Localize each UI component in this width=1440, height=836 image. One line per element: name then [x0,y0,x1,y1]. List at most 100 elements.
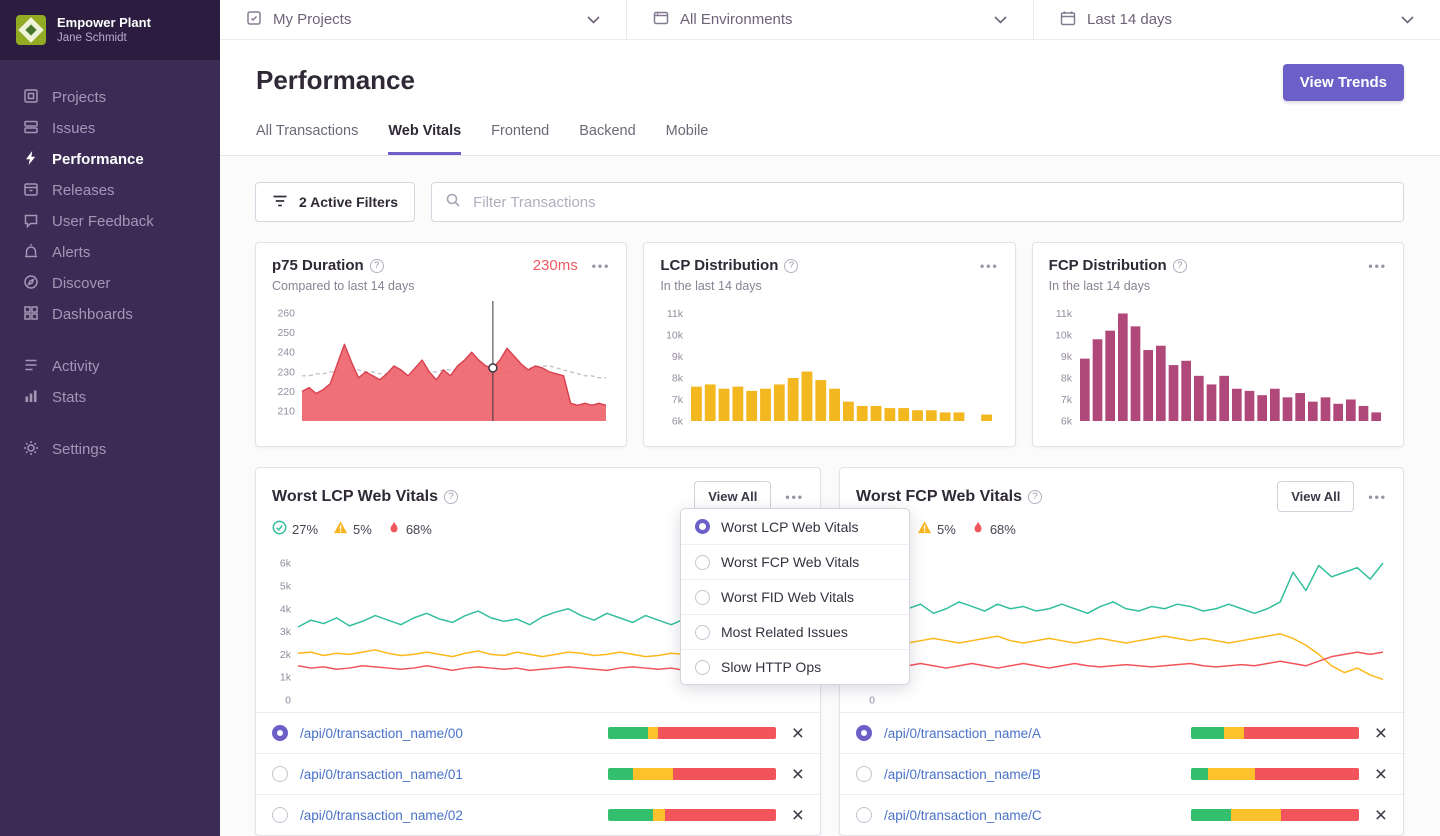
sidebar-item-performance[interactable]: Performance [0,144,220,175]
transaction-radio[interactable] [272,725,288,741]
tab-mobile[interactable]: Mobile [666,123,709,155]
tab-web-vitals[interactable]: Web Vitals [388,123,461,155]
vitals-stacked-bar [1191,727,1359,739]
option-radio[interactable] [695,625,710,640]
daterange-selector[interactable]: Last 14 days [1034,0,1440,39]
sidebar-item-discover[interactable]: Discover [0,268,220,299]
card-subtitle: In the last 14 days [660,279,998,293]
help-icon[interactable]: ? [1028,490,1042,504]
tab-all-transactions[interactable]: All Transactions [256,123,358,155]
sidebar-item-user-feedback[interactable]: User Feedback [0,206,220,237]
close-icon[interactable]: × [792,764,804,785]
p75-value: 230ms [533,257,578,274]
more-options-icon[interactable]: ••• [592,259,611,273]
sidebar-item-stats[interactable]: Stats [0,382,220,413]
dropdown-item-most-related-issues[interactable]: Most Related Issues [681,614,909,649]
issues-icon [23,119,39,139]
org-name: Empower Plant [57,15,151,31]
transaction-link[interactable]: /api/0/transaction_name/02 [300,808,463,823]
svg-text:7k: 7k [672,394,684,406]
svg-text:1k: 1k [280,672,292,684]
transaction-radio[interactable] [272,807,288,823]
dropdown-item-worst-fcp[interactable]: Worst FCP Web Vitals [681,544,909,579]
lcp-distribution-card: LCP Distribution ? ••• In the last 14 da… [643,242,1015,447]
svg-text:250: 250 [277,327,295,339]
svg-text:10k: 10k [666,329,684,341]
dropdown-item-worst-fid[interactable]: Worst FID Web Vitals [681,579,909,614]
active-filters-button[interactable]: 2 Active Filters [255,182,415,222]
close-icon[interactable]: × [1375,764,1387,785]
table-row: /api/0/transaction_name/01 × [256,753,820,794]
more-options-icon[interactable]: ••• [1368,490,1387,504]
chevron-down-icon [1401,11,1414,28]
transaction-radio[interactable] [272,766,288,782]
p75-duration-chart: 260250240230220210 [272,301,610,427]
fire-icon [971,520,985,538]
more-options-icon[interactable]: ••• [785,490,804,504]
sidebar-item-settings[interactable]: Settings [0,434,220,465]
good-badge: 27% [272,520,318,538]
sidebar-item-issues[interactable]: Issues [0,113,220,144]
sidebar-item-dashboards[interactable]: Dashboards [0,299,220,330]
content: 2 Active Filters p75 Duration ? 230ms ••… [220,156,1440,836]
transaction-link[interactable]: /api/0/transaction_name/01 [300,767,463,782]
close-icon[interactable]: × [1375,805,1387,826]
more-options-icon[interactable]: ••• [980,259,999,273]
tab-frontend[interactable]: Frontend [491,123,549,155]
help-icon[interactable]: ? [370,259,384,273]
alerts-icon [23,243,39,263]
option-radio[interactable] [695,660,710,675]
help-icon[interactable]: ? [784,259,798,273]
transaction-radio[interactable] [856,807,872,823]
lcp-distribution-chart: 11k10k9k8k7k6k [660,301,998,427]
warning-triangle-icon [333,520,348,538]
close-icon[interactable]: × [792,723,804,744]
transaction-link[interactable]: /api/0/transaction_name/A [884,726,1041,741]
transaction-link[interactable]: /api/0/transaction_name/C [884,808,1042,823]
card-title: Worst FCP Web Vitals [856,488,1022,506]
tab-backend[interactable]: Backend [579,123,635,155]
view-all-button[interactable]: View All [1277,481,1354,512]
worst-fcp-card: Worst FCP Web Vitals ? View All ••• 27% … [839,467,1404,836]
svg-text:8k: 8k [1061,372,1073,384]
transaction-link[interactable]: /api/0/transaction_name/B [884,767,1041,782]
activity-icon [23,357,39,377]
svg-text:8k: 8k [672,372,684,384]
org-header[interactable]: Empower Plant Jane Schmidt [0,0,220,60]
svg-text:2k: 2k [280,649,292,661]
help-icon[interactable]: ? [444,490,458,504]
help-icon[interactable]: ? [1173,259,1187,273]
option-radio[interactable] [695,590,710,605]
svg-text:0: 0 [869,695,875,707]
vitals-stacked-bar [608,809,776,821]
option-radio[interactable] [695,555,710,570]
vitals-stacked-bar [608,768,776,780]
filter-transactions-input[interactable] [471,193,1390,212]
dropdown-item-worst-lcp[interactable]: Worst LCP Web Vitals [681,509,909,544]
dropdown-item-slow-http-ops[interactable]: Slow HTTP Ops [681,649,909,684]
card-subtitle: In the last 14 days [1049,279,1387,293]
svg-text:230: 230 [277,366,295,378]
stats-icon [23,388,39,408]
environment-selector[interactable]: All Environments [627,0,1034,39]
table-row: /api/0/transaction_name/A × [840,712,1403,753]
projects-icon [23,88,39,108]
transaction-link[interactable]: /api/0/transaction_name/00 [300,726,463,741]
transaction-radio[interactable] [856,725,872,741]
sidebar-item-activity[interactable]: Activity [0,351,220,382]
project-selector[interactable]: My Projects [220,0,627,39]
transaction-radio[interactable] [856,766,872,782]
sidebar-item-releases[interactable]: Releases [0,175,220,206]
close-icon[interactable]: × [792,805,804,826]
table-row: /api/0/transaction_name/C × [840,794,1403,835]
sidebar-item-alerts[interactable]: Alerts [0,237,220,268]
svg-text:260: 260 [277,307,295,319]
discover-icon [23,274,39,294]
more-options-icon[interactable]: ••• [1368,259,1387,273]
view-trends-button[interactable]: View Trends [1283,64,1404,101]
search-icon [445,192,461,213]
topbar: My Projects All Environments Last 14 day… [220,0,1440,40]
sidebar-item-projects[interactable]: Projects [0,82,220,113]
option-radio[interactable] [695,519,710,534]
close-icon[interactable]: × [1375,723,1387,744]
